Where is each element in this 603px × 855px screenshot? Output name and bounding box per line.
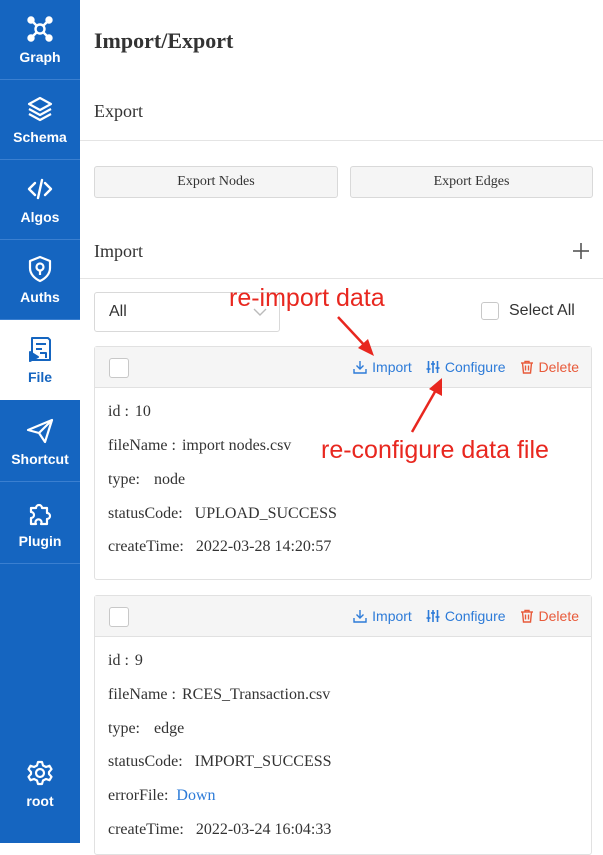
- sidebar-item-label: Plugin: [18, 532, 62, 549]
- field-filename: fileName : RCES_Transaction.csv: [108, 686, 331, 703]
- select-all-label: Select All: [509, 302, 575, 319]
- field-type: type: node: [108, 471, 186, 488]
- card-actions: Import Configure Delete: [339, 347, 579, 387]
- annotation-reconfigure: re-configure data file: [321, 436, 549, 464]
- send-icon: [26, 418, 54, 443]
- configure-label: Configure: [444, 608, 506, 624]
- import-button[interactable]: Import: [353, 608, 412, 624]
- sidebar-item-label: Schema: [13, 128, 67, 145]
- export-nodes-button[interactable]: Export Nodes: [94, 166, 338, 198]
- sidebar-item-root[interactable]: root: [0, 744, 80, 824]
- sidebar-item-label: Algos: [20, 208, 60, 225]
- configure-label: Configure: [444, 359, 506, 375]
- file-checkbox[interactable]: [109, 607, 129, 627]
- sidebar-item-file[interactable]: File: [0, 320, 80, 400]
- export-edges-button[interactable]: Export Edges: [350, 166, 593, 198]
- field-errorfile: errorFile: Down: [108, 787, 216, 804]
- select-value: All: [109, 303, 127, 320]
- sliders-icon: [426, 610, 440, 622]
- sidebar-item-graph[interactable]: Graph: [0, 0, 80, 80]
- field-createtime: createTime: 2022-03-24 16:04:33: [108, 821, 332, 838]
- import-label: Import: [372, 359, 412, 375]
- delete-button[interactable]: Delete: [520, 608, 579, 624]
- delete-button[interactable]: Delete: [520, 359, 579, 375]
- field-status: statusCode: UPLOAD_SUCCESS: [108, 505, 337, 522]
- sidebar-item-shortcut[interactable]: Shortcut: [0, 402, 80, 482]
- plus-icon[interactable]: [572, 242, 590, 260]
- graph-icon: [27, 15, 53, 42]
- sidebar-item-label: Shortcut: [11, 450, 69, 467]
- sidebar-item-label: File: [27, 368, 53, 385]
- import-label: Import: [372, 608, 412, 624]
- file-checkbox[interactable]: [109, 358, 129, 378]
- error-file-download-link[interactable]: Down: [176, 787, 215, 804]
- file-card: Import Configure Delete id :9 fileName :…: [94, 595, 592, 855]
- divider: [80, 140, 603, 141]
- divider: [80, 278, 603, 279]
- sidebar-item-label: root: [26, 793, 54, 809]
- trash-icon: [520, 609, 533, 623]
- card-actions: Import Configure Delete: [339, 596, 579, 636]
- file-icon: [29, 336, 51, 362]
- delete-label: Delete: [538, 359, 579, 375]
- sidebar-item-schema[interactable]: Schema: [0, 80, 80, 160]
- layers-icon: [27, 96, 53, 121]
- sidebar-item-algos[interactable]: Algos: [0, 160, 80, 240]
- annotation-reimport: re-import data: [229, 284, 385, 312]
- select-all[interactable]: Select All: [481, 302, 575, 320]
- configure-button[interactable]: Configure: [426, 608, 506, 624]
- field-id: id :10: [108, 403, 151, 420]
- field-createtime: createTime: 2022-03-28 14:20:57: [108, 538, 332, 555]
- configure-button[interactable]: Configure: [426, 359, 506, 375]
- sidebar-item-auths[interactable]: Auths: [0, 240, 80, 320]
- import-button[interactable]: Import: [353, 359, 412, 375]
- trash-icon: [520, 360, 533, 374]
- card-header: Import Configure Delete: [95, 596, 591, 637]
- page-title: Import/Export: [94, 28, 234, 53]
- download-icon: [353, 361, 367, 374]
- gear-icon: [27, 760, 53, 786]
- card-header: Import Configure Delete: [95, 347, 591, 388]
- import-section-title: Import: [94, 241, 143, 261]
- delete-label: Delete: [538, 608, 579, 624]
- code-icon: [27, 178, 53, 199]
- download-icon: [353, 610, 367, 623]
- sliders-icon: [426, 361, 440, 373]
- sidebar-item-label: Auths: [20, 288, 60, 305]
- field-status: statusCode: IMPORT_SUCCESS: [108, 753, 332, 770]
- sidebar-item-plugin[interactable]: Plugin: [0, 484, 80, 564]
- sidebar: Graph Schema Algos Auths File Shortcut P…: [0, 0, 80, 843]
- field-filename: fileName : import nodes.csv: [108, 437, 292, 454]
- sidebar-item-label: Graph: [19, 48, 61, 65]
- select-all-checkbox[interactable]: [481, 302, 499, 320]
- field-id: id :9: [108, 652, 143, 669]
- puzzle-icon: [29, 503, 52, 525]
- export-section-title: Export: [94, 101, 143, 121]
- field-type: type: edge: [108, 720, 185, 737]
- shield-icon: [28, 255, 52, 282]
